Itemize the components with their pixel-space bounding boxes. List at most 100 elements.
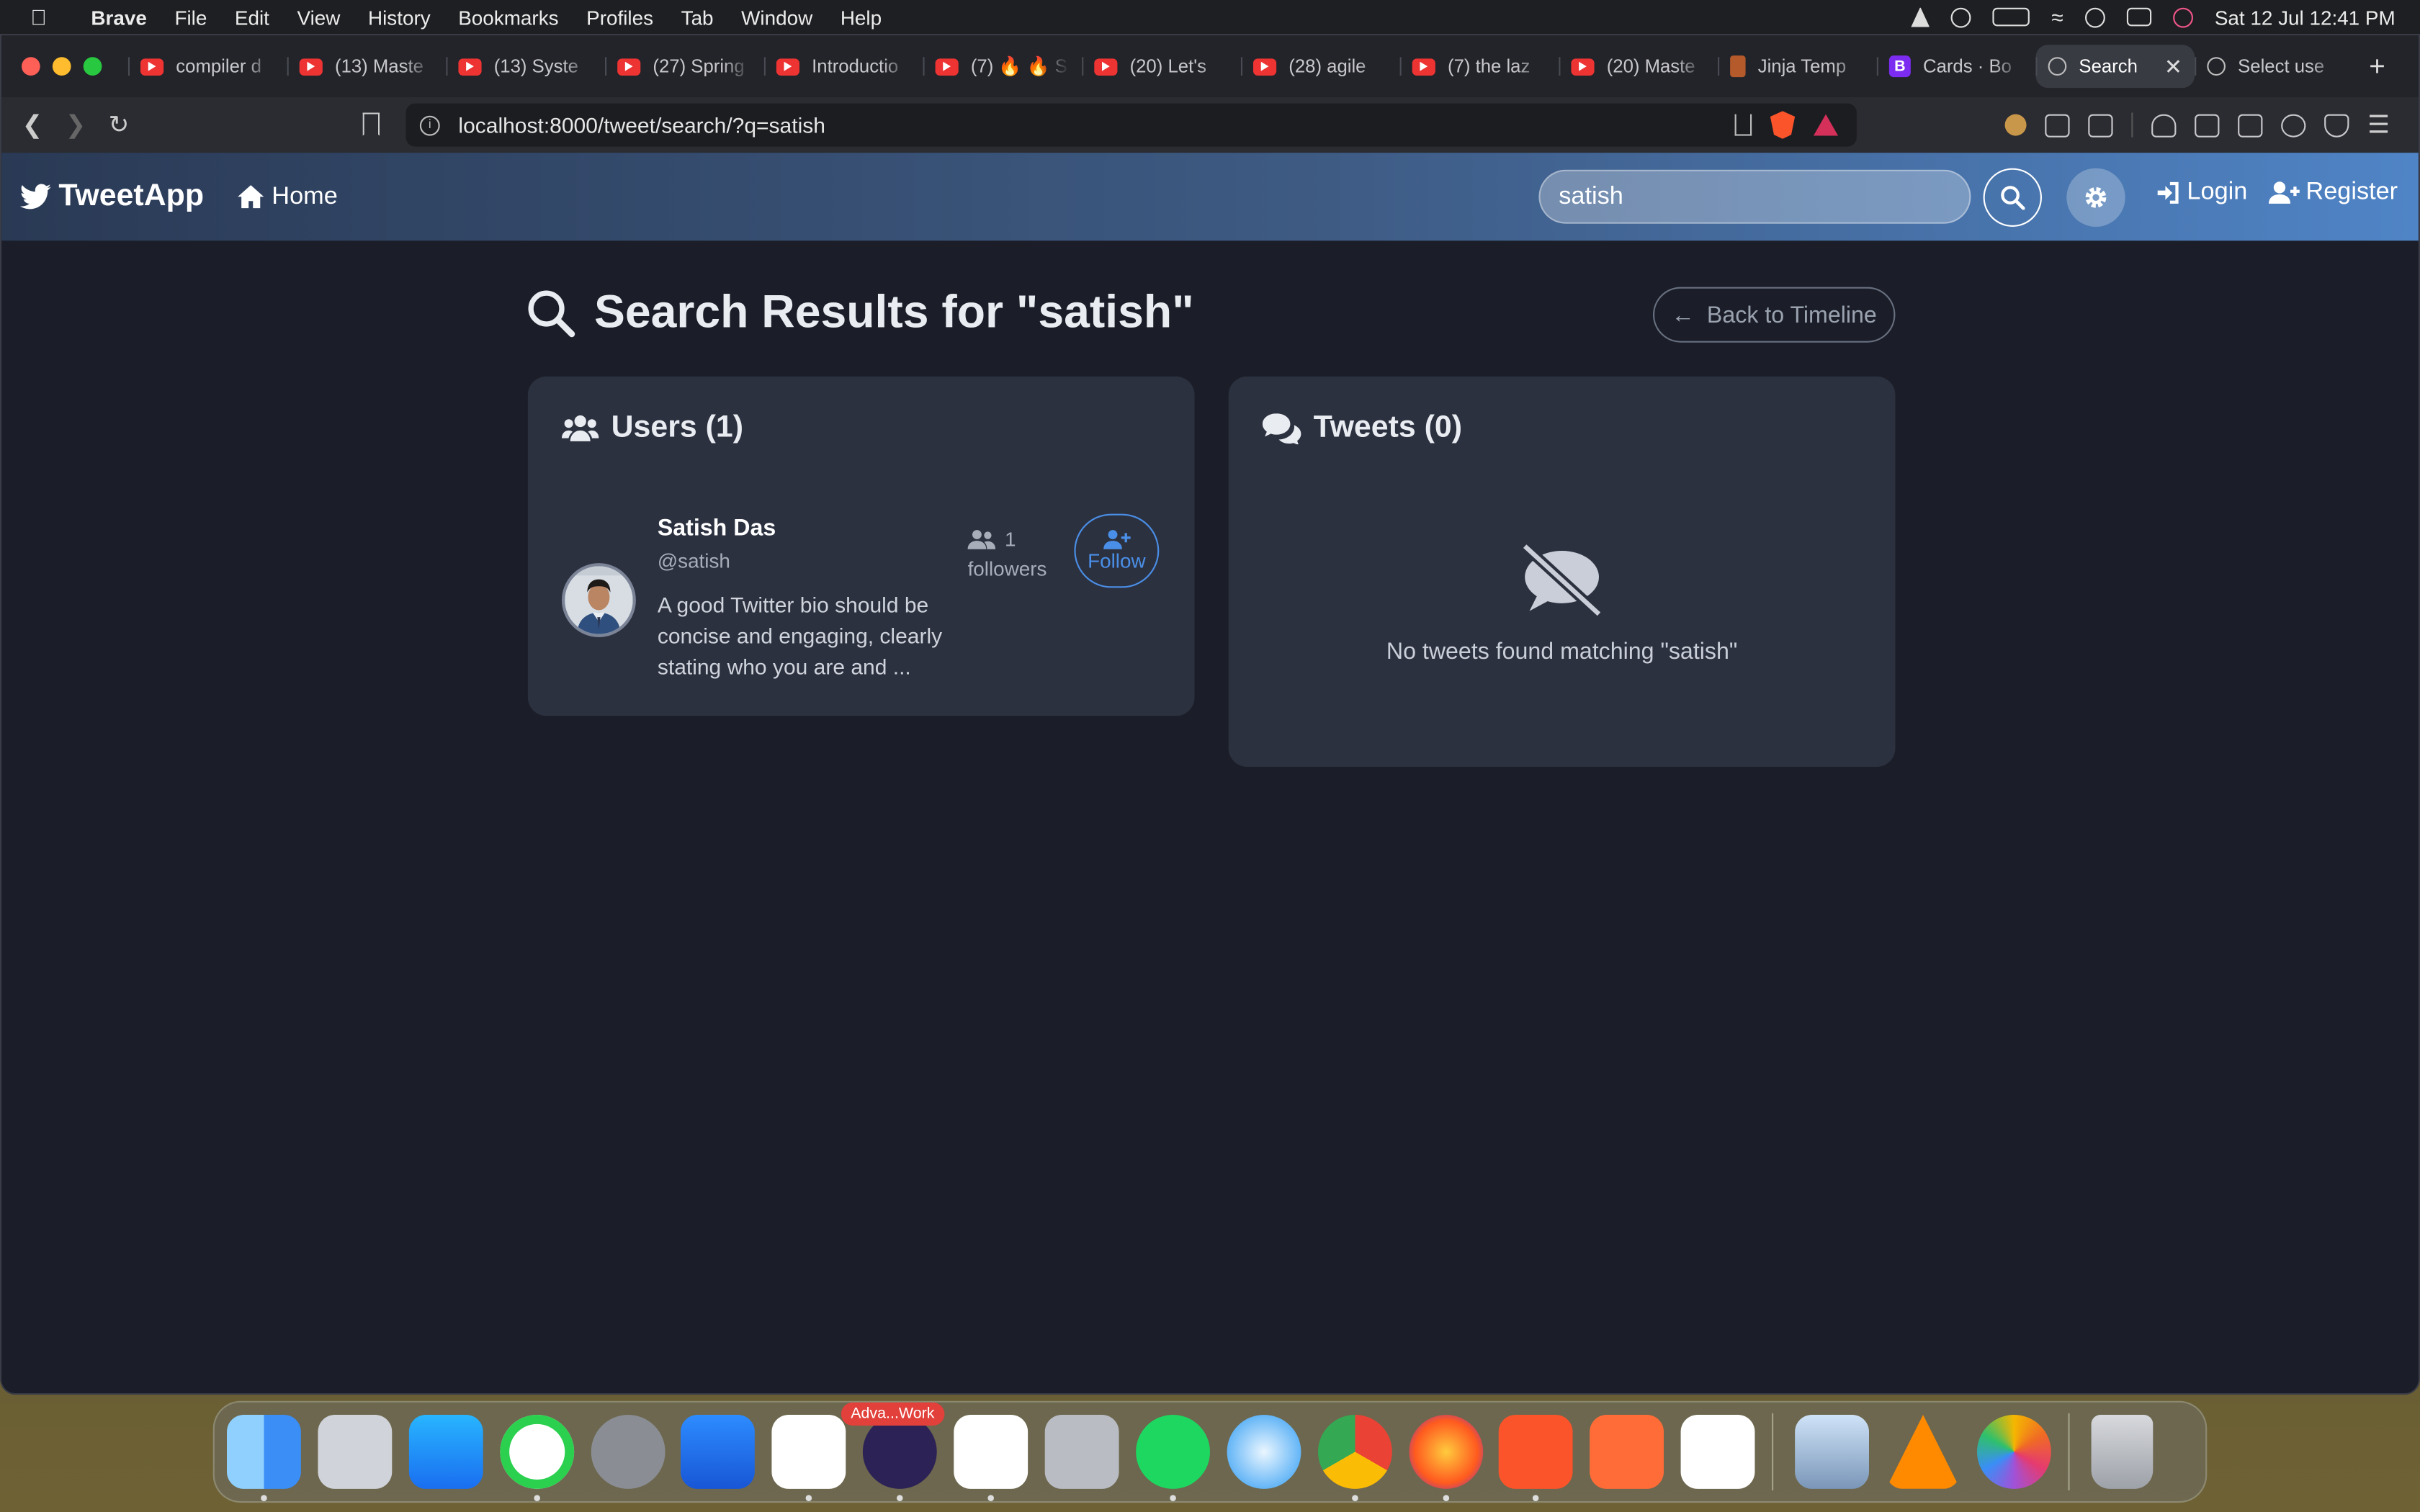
postman-icon[interactable]	[1590, 1414, 1664, 1489]
brand-name[interactable]: TweetApp	[58, 179, 204, 215]
extensions-icon[interactable]	[2045, 113, 2070, 137]
menu-tab[interactable]: Tab	[667, 6, 727, 29]
browser-tab[interactable]: compiler d	[127, 45, 287, 88]
login-link[interactable]: Login	[2156, 179, 2247, 207]
xcode-icon[interactable]	[681, 1414, 756, 1489]
apple-icon[interactable]: 	[0, 4, 77, 29]
menu-history[interactable]: History	[354, 6, 444, 29]
eclipse-icon[interactable]: Adva...Work	[841, 1402, 944, 1502]
brave-icon[interactable]	[1499, 1414, 1574, 1502]
whatsapp-icon[interactable]	[499, 1414, 574, 1502]
close-tab-icon[interactable]: ✕	[2164, 53, 2182, 79]
browser-tab[interactable]: (13) Syste	[446, 45, 605, 88]
brand-link[interactable]: TweetApp	[19, 179, 204, 215]
theme-toggle-button[interactable]	[2066, 168, 2125, 227]
browser-tab[interactable]: (7) 🔥 🔥 S	[923, 45, 1082, 88]
menu-help[interactable]: Help	[827, 6, 896, 29]
follow-button[interactable]: Follow	[1074, 513, 1160, 588]
browser-tab[interactable]: (7) the laz	[1399, 45, 1559, 88]
vlc-status-icon[interactable]	[1911, 6, 1930, 27]
mongodb-compass-icon[interactable]	[1681, 1414, 1755, 1489]
tweets-heading: Tweets (0)	[1262, 410, 1462, 446]
search-input[interactable]: satish	[1538, 169, 1971, 224]
vscode-icon[interactable]	[772, 1414, 847, 1502]
new-tab-icon[interactable]: +	[2354, 50, 2401, 83]
url-text[interactable]: localhost:8000/tweet/search/?q=satish	[458, 112, 825, 137]
browser-tab[interactable]: B Cards · Bo	[1876, 45, 2036, 88]
menu-view[interactable]: View	[283, 6, 354, 29]
browser-tab[interactable]: (20) Maste	[1559, 45, 1718, 88]
share-icon[interactable]	[1734, 114, 1752, 136]
users-heading: Users (1)	[562, 410, 743, 446]
browser-tab-active[interactable]: Search ✕	[2035, 45, 2195, 89]
menu-profiles[interactable]: Profiles	[573, 6, 667, 29]
chrome-icon[interactable]	[1317, 1414, 1392, 1502]
spotify-icon[interactable]	[1135, 1414, 1210, 1502]
sidebar-icon[interactable]	[2195, 113, 2220, 137]
back-to-timeline-label[interactable]: Back to Timeline	[1707, 302, 1877, 328]
users-icon	[562, 415, 599, 441]
zoom-window-button[interactable]	[83, 57, 102, 76]
bookmark-icon[interactable]	[362, 112, 380, 136]
media-icon[interactable]	[2151, 113, 2177, 137]
siri-icon[interactable]	[2172, 6, 2193, 27]
system-settings-icon[interactable]	[590, 1414, 665, 1489]
login-label[interactable]: Login	[2187, 179, 2247, 207]
safari-icon[interactable]	[1227, 1414, 1301, 1489]
home-link[interactable]: Home	[238, 183, 338, 211]
reader-mode-icon[interactable]	[2088, 113, 2113, 137]
minimize-window-button[interactable]	[52, 57, 71, 76]
trash-icon[interactable]	[2091, 1414, 2153, 1489]
address-bar[interactable]: i localhost:8000/tweet/search/?q=satish …	[405, 103, 1857, 147]
back-icon[interactable]: ❮	[11, 109, 54, 140]
user-name-link[interactable]: Satish Das	[658, 516, 776, 541]
back-to-timeline-button[interactable]: ← Back to Timeline	[1653, 287, 1896, 343]
menu-icon[interactable]: ☰	[2367, 109, 2390, 140]
reload-icon[interactable]: ↻	[97, 109, 140, 140]
search-input-value[interactable]: satish	[1559, 183, 1623, 211]
browser-tab[interactable]: (13) Maste	[287, 45, 447, 88]
leo-ai-icon[interactable]	[2281, 113, 2306, 137]
brave-rewards-icon[interactable]: 1	[1813, 114, 1839, 136]
battery-icon[interactable]	[1992, 7, 2030, 27]
brave-shields-icon[interactable]	[1770, 111, 1796, 139]
spotlight-search-icon[interactable]	[2084, 6, 2105, 27]
menu-file[interactable]: File	[161, 6, 220, 29]
register-label[interactable]: Register	[2305, 179, 2398, 207]
browser-tab[interactable]: Jinja Temp	[1718, 45, 1877, 88]
play-status-icon[interactable]	[1951, 6, 1971, 27]
parallels-icon[interactable]	[1044, 1414, 1119, 1489]
follow-label[interactable]: Follow	[1088, 549, 1146, 572]
home-link-label[interactable]: Home	[272, 183, 337, 211]
browser-tab[interactable]: (27) Spring	[605, 45, 764, 88]
vlc-icon[interactable]	[1886, 1414, 1960, 1489]
launchpad-icon[interactable]	[318, 1414, 393, 1489]
browser-tab[interactable]: (28) agile	[1240, 45, 1400, 88]
browser-tab[interactable]: Select use	[2195, 45, 2354, 88]
cookie-extension-icon[interactable]	[2004, 114, 2027, 136]
menu-window[interactable]: Window	[727, 6, 827, 29]
browser-tab[interactable]: Introductio	[763, 45, 923, 88]
warp-icon[interactable]	[954, 1414, 1028, 1502]
vpn-icon[interactable]	[2324, 113, 2349, 137]
search-button[interactable]	[1983, 168, 2042, 227]
firefox-icon[interactable]	[1408, 1414, 1483, 1502]
control-center-icon[interactable]	[2126, 7, 2151, 27]
wallet-icon[interactable]	[2238, 113, 2263, 137]
menu-edit[interactable]: Edit	[221, 6, 284, 29]
avatar[interactable]	[562, 563, 636, 637]
forward-icon[interactable]: ❯	[54, 109, 97, 140]
menu-bookmarks[interactable]: Bookmarks	[444, 6, 573, 29]
site-info-icon[interactable]: i	[419, 114, 440, 135]
menubar-clock[interactable]: Sat 12 Jul 12:41 PM	[2215, 6, 2396, 29]
menu-app-name[interactable]: Brave	[77, 6, 161, 29]
tab-title: (7) 🔥 🔥 S	[970, 55, 1067, 78]
photos-icon[interactable]	[1976, 1414, 2051, 1489]
register-link[interactable]: Register	[2269, 179, 2398, 207]
wifi-icon[interactable]: ≈	[2051, 4, 2063, 29]
preview-icon[interactable]	[1795, 1414, 1870, 1489]
close-window-button[interactable]	[22, 57, 40, 76]
browser-tab[interactable]: (20) Let's	[1082, 45, 1241, 88]
finder-icon[interactable]	[227, 1414, 301, 1502]
app-store-icon[interactable]	[408, 1414, 483, 1489]
